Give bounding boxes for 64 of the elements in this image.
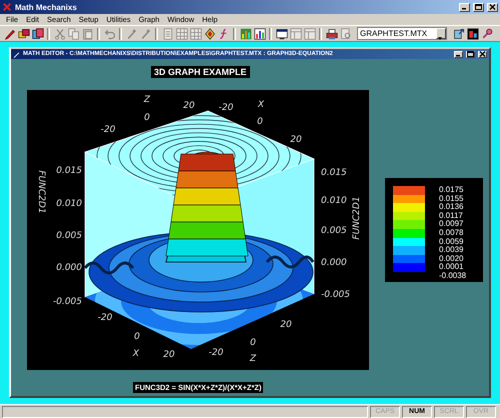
axis-tick-label: -20 xyxy=(100,125,116,135)
axis-tick-label: 0.015 xyxy=(56,166,82,176)
minimize-button[interactable] xyxy=(459,2,470,12)
caret-icon xyxy=(437,35,443,42)
chart-icon[interactable] xyxy=(240,28,252,40)
axis-title: Z xyxy=(250,354,256,364)
close-icon xyxy=(479,51,486,57)
legend-label: 0.0059 xyxy=(439,238,464,246)
axis-tick-label: 0.000 xyxy=(56,263,82,273)
axis-tick-label: 0 xyxy=(144,113,150,123)
legend-label: 0.0117 xyxy=(439,212,464,220)
axis-tick-label: 20 xyxy=(280,320,292,330)
axis-tick-label: 0.005 xyxy=(321,226,347,236)
axis-tick-label: 0.000 xyxy=(321,258,347,268)
maximize-button[interactable] xyxy=(466,50,475,58)
window-icon[interactable] xyxy=(276,28,288,40)
surface-band xyxy=(178,154,236,172)
surface-band xyxy=(173,188,241,206)
axis-tick-label: 20 xyxy=(290,135,302,145)
axis-tick-label: 0.015 xyxy=(321,168,347,178)
axis-title: Z xyxy=(144,95,150,105)
axis-tick-label: 0.010 xyxy=(321,196,347,206)
legend-label: 0.0078 xyxy=(439,228,464,238)
legend-label: 0.0097 xyxy=(439,220,464,229)
axis-tick-label: 0 xyxy=(134,332,140,342)
axis-title: X xyxy=(258,100,264,110)
window-title: Math Mechanixs xyxy=(15,2,78,12)
maximize-icon xyxy=(467,51,474,57)
pencil-icon[interactable] xyxy=(4,28,16,40)
axis-tick-label: -20 xyxy=(218,103,234,113)
graph-window-icon[interactable] xyxy=(466,28,478,40)
axis-tick-label: -0.005 xyxy=(321,290,350,300)
legend-label: 0.0155 xyxy=(439,194,464,203)
axis-tick-label: 20 xyxy=(163,350,175,360)
axis-tick-label: 0 xyxy=(257,117,263,127)
axis-tick-label: -0.005 xyxy=(52,297,82,307)
legend-label: 0.0136 xyxy=(439,203,464,212)
documents-icon[interactable] xyxy=(32,28,44,40)
legend-label: 0.0175 xyxy=(439,186,464,195)
diamond-icon[interactable] xyxy=(204,28,216,40)
function-icon[interactable] xyxy=(218,28,230,40)
legend-label: 0.0001 xyxy=(439,263,464,272)
file-dropdown[interactable]: GRAPHTEST.MTX xyxy=(357,27,447,40)
legend-label: 0.0020 xyxy=(439,254,464,263)
printer-icon[interactable] xyxy=(326,28,338,40)
axis-tick-label: -20 xyxy=(98,313,112,323)
legend-label: 0.0039 xyxy=(439,246,464,255)
axis-title: FUNC2D1 xyxy=(352,196,362,240)
axis-title: FUNC2D1 xyxy=(36,170,46,214)
surface-band xyxy=(176,170,238,188)
minimize-button[interactable] xyxy=(454,50,463,58)
close-icon xyxy=(489,4,496,10)
axis-title: X xyxy=(132,349,140,359)
axis-tick-label: 0.005 xyxy=(56,231,82,241)
legend-label: -0.0038 xyxy=(439,272,466,281)
axis-tick-label: -20 xyxy=(208,348,224,358)
maximize-icon xyxy=(475,4,482,10)
close-button[interactable] xyxy=(478,50,487,58)
graph-title: 3D GRAPH EXAMPLE xyxy=(151,66,250,78)
bar-chart-icon[interactable] xyxy=(254,28,266,40)
axis-tick-label: 0 xyxy=(250,338,256,348)
axis-tick-label: 0.010 xyxy=(56,199,82,209)
axis-tick-label: 20 xyxy=(183,101,195,111)
folders-icon[interactable] xyxy=(18,28,30,40)
